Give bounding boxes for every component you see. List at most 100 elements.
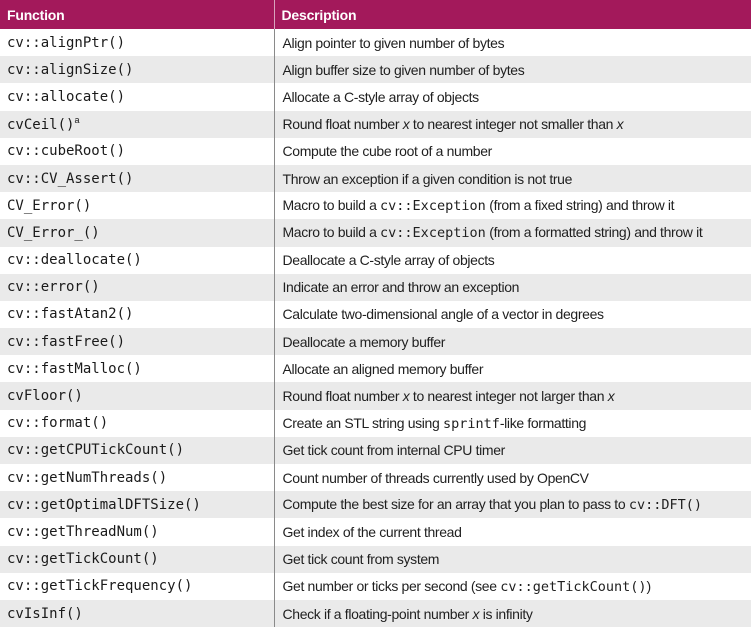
function-cell: cv::getOptimalDFTSize(): [0, 491, 275, 519]
function-cell: cv::fastFree(): [0, 328, 275, 356]
header-function: Function: [0, 0, 275, 29]
description-text: Get number or ticks per second (see: [282, 577, 501, 594]
description-cell: Round float number x to nearest integer …: [274, 382, 751, 410]
function-name: cv::alignPtr(): [7, 34, 126, 51]
inline-code: cv::DFT(): [628, 497, 702, 514]
description-text: Get index of the current thread: [282, 523, 462, 540]
function-cell: cv::getTickCount(): [0, 545, 275, 573]
description-cell: Create an STL string using sprintf-like …: [274, 409, 751, 437]
table-row: cv::allocate() Allocate a C-style array o…: [0, 83, 751, 111]
function-name: cv::deallocate(): [7, 252, 142, 269]
function-name: CV_Error_(): [7, 224, 100, 241]
table-row: cv::format() Create an STL string using s…: [0, 409, 751, 437]
description-text: Round float number: [282, 388, 403, 405]
table-row: cv::alignPtr() Align pointer to given num…: [0, 29, 751, 57]
inline-code: cv::Exception: [380, 198, 486, 215]
description-cell: Get index of the current thread: [274, 518, 751, 546]
description-text: Deallocate a memory buffer: [282, 333, 446, 350]
function-cell: CV_Error_(): [0, 219, 275, 247]
table-row: cv::getNumThreads() Count number of threa…: [0, 464, 751, 492]
table-row: cv::CV_Assert() Throw an exception if a g…: [0, 164, 751, 193]
italic-variable: x: [616, 116, 624, 133]
function-name: cv::getOptimalDFTSize(): [7, 496, 201, 513]
function-cell: cv::error(): [0, 273, 275, 301]
description-cell: Align pointer to given number of bytes: [274, 29, 751, 57]
function-cell: cv::getThreadNum(): [0, 518, 275, 546]
description-cell: Throw an exception if a given condition …: [274, 164, 751, 193]
function-name: cv::CV_Assert(): [7, 170, 134, 187]
function-cell: cv::fastMalloc(): [0, 355, 275, 383]
function-cell: cv::cubeRoot(): [0, 137, 275, 165]
function-cell: cvFloor(): [0, 382, 275, 410]
function-name: cv::getTickCount(): [7, 551, 159, 568]
table-row: cv::alignSize() Align buffer size to give…: [0, 56, 751, 84]
table-row: cvFloor() Round float number x to nearest…: [0, 382, 751, 410]
description-text: Indicate an error and throw an exception: [282, 279, 520, 296]
description-text: Align pointer to given number of bytes: [282, 34, 505, 51]
description-text: to nearest integer not smaller than: [409, 116, 617, 133]
function-name: cv::getThreadNum(): [7, 523, 159, 540]
description-text: -like formatting: [499, 414, 587, 431]
description-text: ): [646, 577, 652, 594]
header-row: Function Description: [0, 0, 751, 29]
function-cell: cv::fastAtan2(): [0, 300, 275, 329]
function-name: cv::fastFree(): [7, 333, 126, 350]
description-text: Create an STL string using: [282, 414, 443, 431]
table-row: cv::getOptimalDFTSize() Compute the best …: [0, 491, 751, 519]
function-name: cv::cubeRoot(): [7, 143, 126, 160]
description-cell: Allocate a C-style array of objects: [274, 83, 751, 111]
function-cell: cv::getNumThreads(): [0, 464, 275, 492]
table-row: cv::cubeRoot() Compute the cube root of a…: [0, 137, 751, 165]
function-name: cv::getCPUTickCount(): [7, 442, 185, 459]
description-cell: Deallocate a C-style array of objects: [274, 246, 751, 274]
table-row: cv::fastFree() Deallocate a memory buffer: [0, 328, 751, 356]
function-cell: cv::getCPUTickCount(): [0, 436, 275, 464]
table-row: cv::getCPUTickCount() Get tick count from…: [0, 436, 751, 464]
function-cell: cv::format(): [0, 409, 275, 437]
description-text: Compute the best size for an array that …: [282, 496, 629, 513]
description-text: (from a formatted string) and throw it: [485, 224, 703, 241]
description-text: Count number of threads currently used b…: [282, 469, 590, 486]
table-row: cv::deallocate() Deallocate a C-style arr…: [0, 246, 751, 274]
description-cell: Compute the best size for an array that …: [274, 491, 751, 519]
function-name: cv::fastAtan2(): [7, 306, 134, 323]
table-row: cv::fastMalloc() Allocate an aligned memo…: [0, 355, 751, 383]
table-header: Function Description: [0, 0, 751, 29]
description-text: (from a fixed string) and throw it: [485, 197, 675, 214]
description-cell: Allocate an aligned memory buffer: [274, 355, 751, 383]
description-text: Deallocate a C-style array of objects: [282, 252, 495, 269]
description-text: Get tick count from system: [282, 551, 440, 568]
description-text: Macro to build a: [282, 197, 381, 214]
header-description: Description: [274, 0, 751, 29]
description-text: Align buffer size to given number of byt…: [282, 61, 525, 78]
function-cell: cv::alignPtr(): [0, 29, 275, 57]
function-cell: cv::CV_Assert(): [0, 164, 275, 193]
description-cell: Macro to build a cv::Exception (from a f…: [274, 192, 751, 220]
description-cell: Macro to build a cv::Exception (from a f…: [274, 219, 751, 247]
function-cell: cv::getTickFrequency(): [0, 572, 275, 600]
function-name: cv::error(): [7, 279, 100, 296]
function-name: cv::getTickFrequency(): [7, 578, 193, 595]
inline-code: cv::Exception: [380, 225, 486, 242]
function-name: cv::alignSize(): [7, 61, 134, 78]
table-row: CV_Error() Macro to build a cv::Exception…: [0, 192, 751, 220]
description-cell: Count number of threads currently used b…: [274, 464, 751, 492]
description-cell: Align buffer size to given number of byt…: [274, 56, 751, 84]
description-text: Check if a floating-point number: [282, 605, 473, 622]
description-text: is infinity: [479, 605, 533, 622]
description-text: Calculate two-dimensional angle of a vec…: [282, 306, 605, 323]
description-cell: Calculate two-dimensional angle of a vec…: [274, 300, 751, 329]
function-cell: cvIsInf(): [0, 599, 275, 628]
table-body: cv::alignPtr() Align pointer to given num…: [0, 29, 751, 628]
description-cell: Compute the cube root of a number: [274, 137, 751, 165]
table-row: CV_Error_() Macro to build a cv::Exceptio…: [0, 219, 751, 247]
description-text: Round float number: [282, 116, 403, 133]
function-cell: cvCeil()a: [0, 110, 275, 138]
description-text: to nearest integer not larger than: [409, 388, 608, 405]
description-text: Allocate an aligned memory buffer: [282, 360, 484, 377]
function-cell: CV_Error(): [0, 192, 275, 220]
table-row: cvCeil()a Round float number x to nearest…: [0, 110, 751, 138]
italic-variable: x: [607, 388, 615, 405]
description-text: Get tick count from internal CPU timer: [282, 442, 506, 459]
function-cell: cv::alignSize(): [0, 56, 275, 84]
